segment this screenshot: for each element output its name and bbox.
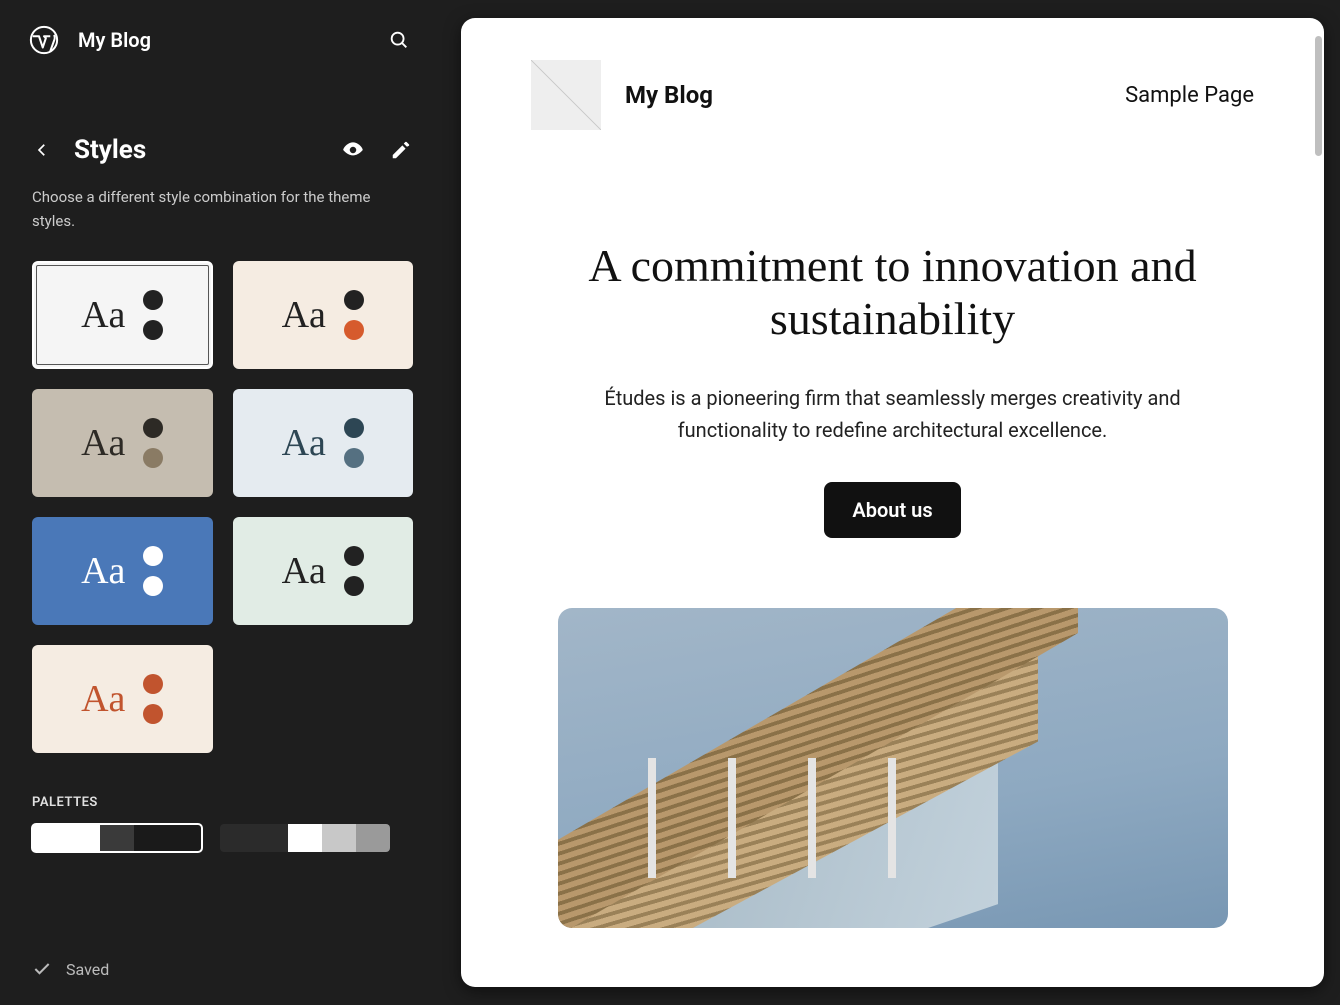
style-color-dots — [143, 418, 163, 468]
hero-subheading[interactable]: Études is a pioneering firm that seamles… — [563, 382, 1223, 446]
style-variation-card[interactable]: Aa — [32, 389, 213, 497]
stylebook-toggle-button[interactable] — [339, 136, 367, 164]
palette-swatch[interactable] — [220, 824, 390, 852]
preview-nav-link[interactable]: Sample Page — [1125, 83, 1254, 108]
style-variation-card[interactable]: Aa — [32, 261, 213, 369]
styles-panel-header: Styles — [0, 80, 445, 185]
site-title[interactable]: My Blog — [78, 28, 363, 52]
style-aa-sample: Aa — [282, 424, 326, 462]
style-aa-sample: Aa — [81, 296, 125, 334]
style-variation-card[interactable]: Aa — [233, 261, 414, 369]
style-aa-sample: Aa — [282, 552, 326, 590]
palettes-row — [32, 824, 413, 852]
panel-header-actions — [339, 136, 415, 164]
hero-image[interactable] — [558, 608, 1228, 928]
style-color-dots — [143, 674, 163, 724]
style-variation-card[interactable]: Aa — [233, 517, 414, 625]
sidebar-footer: Saved — [0, 933, 445, 1005]
style-variation-card[interactable]: Aa — [32, 517, 213, 625]
style-color-dots — [344, 290, 364, 340]
back-button[interactable] — [30, 138, 54, 162]
preview-hero: A commitment to innovation and sustainab… — [461, 130, 1324, 928]
style-variation-card[interactable]: Aa — [32, 645, 213, 753]
site-preview-frame[interactable]: My Blog Sample Page A commitment to inno… — [461, 18, 1324, 987]
preview-site-header: My Blog Sample Page — [461, 18, 1324, 130]
style-color-dots — [344, 546, 364, 596]
preview-site-title[interactable]: My Blog — [625, 81, 1101, 109]
style-aa-sample: Aa — [282, 296, 326, 334]
style-aa-sample: Aa — [81, 552, 125, 590]
hero-heading[interactable]: A commitment to innovation and sustainab… — [573, 240, 1213, 346]
search-button[interactable] — [381, 22, 417, 58]
check-icon — [32, 959, 52, 979]
palette-swatch[interactable] — [32, 824, 202, 852]
style-color-dots — [344, 418, 364, 468]
sidebar-top-bar: My Blog — [0, 0, 445, 80]
save-status: Saved — [66, 960, 109, 979]
edit-styles-button[interactable] — [387, 136, 415, 164]
style-variation-card[interactable]: Aa — [233, 389, 414, 497]
site-editor-sidebar: My Blog Styles — [0, 0, 445, 1005]
panel-title: Styles — [74, 135, 319, 165]
style-color-dots — [143, 290, 163, 340]
site-logo-placeholder[interactable] — [531, 60, 601, 130]
style-aa-sample: Aa — [81, 680, 125, 718]
style-variations-grid: Aa Aa Aa Aa Aa Aa Aa — [32, 261, 413, 753]
preview-wrap: My Blog Sample Page A commitment to inno… — [445, 0, 1340, 1005]
style-color-dots — [143, 546, 163, 596]
preview-scrollbar[interactable] — [1315, 36, 1322, 156]
palettes-section-label: PALETTES — [32, 795, 413, 810]
wordpress-logo-icon[interactable] — [28, 24, 60, 56]
panel-description: Choose a different style combination for… — [0, 185, 445, 233]
style-aa-sample: Aa — [81, 424, 125, 462]
styles-scroll-area: Aa Aa Aa Aa Aa Aa Aa PALETTES — [0, 261, 445, 933]
hero-cta-button[interactable]: About us — [824, 482, 960, 538]
